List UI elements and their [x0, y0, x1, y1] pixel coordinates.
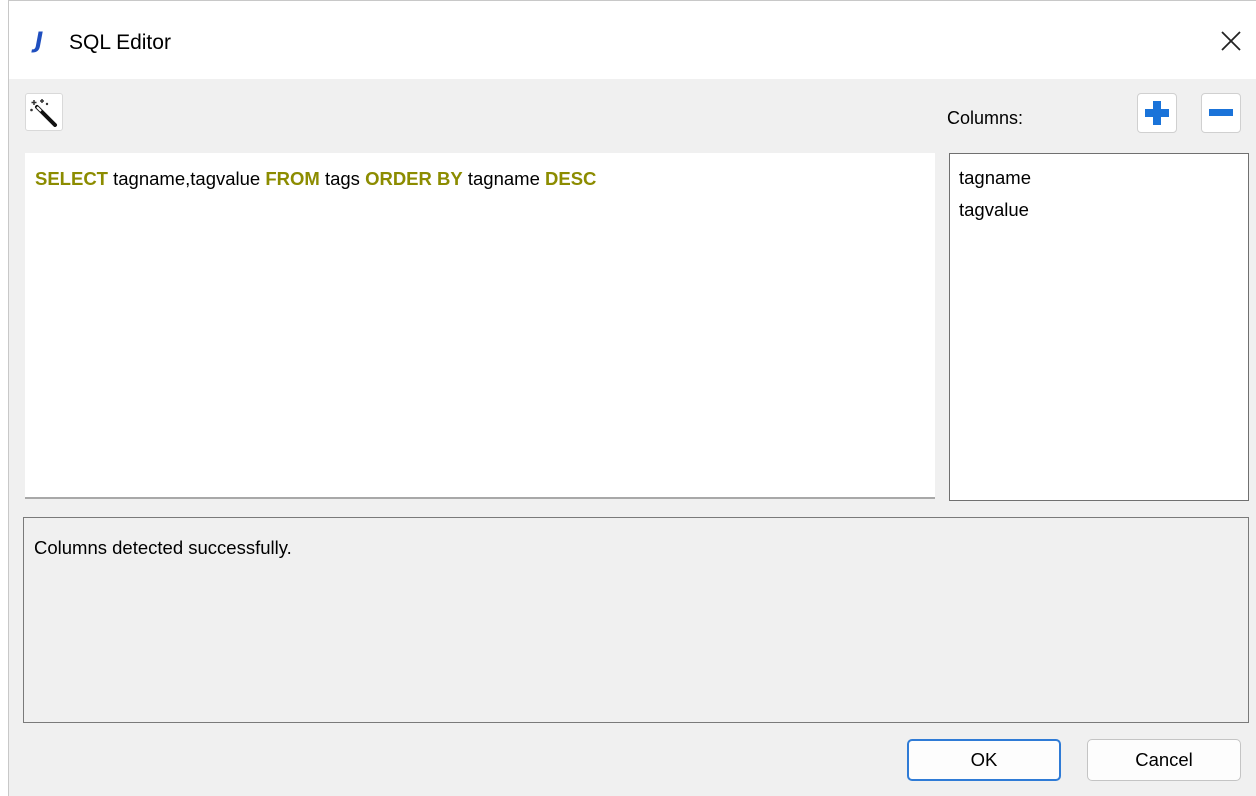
close-icon [1221, 31, 1241, 51]
column-list-item[interactable]: tagname [959, 162, 1239, 194]
add-column-button[interactable] [1137, 93, 1177, 133]
close-button[interactable] [1206, 15, 1256, 67]
sql-keyword: DESC [545, 168, 597, 189]
sql-keyword: FROM [265, 168, 320, 189]
sql-editor-dialog: J SQL Editor Columns: SELECT tagname,tag… [8, 0, 1256, 796]
column-list-item[interactable]: tagvalue [959, 194, 1239, 226]
sql-query-editor[interactable]: SELECT tagname,tagvalue FROM tags ORDER … [25, 153, 935, 499]
remove-column-button[interactable] [1201, 93, 1241, 133]
window-title: SQL Editor [69, 31, 171, 54]
columns-label: Columns: [947, 108, 1024, 128]
status-message: Columns detected successfully. [34, 537, 292, 558]
sql-keyword: ORDER BY [365, 168, 463, 189]
cancel-button[interactable]: Cancel [1087, 739, 1241, 781]
plus-icon [1145, 101, 1169, 125]
title-bar: J SQL Editor [9, 1, 1256, 79]
ok-button[interactable]: OK [907, 739, 1061, 781]
auto-detect-button[interactable] [25, 93, 63, 131]
columns-list[interactable]: tagname tagvalue [949, 153, 1249, 501]
sql-text: tags [319, 168, 366, 189]
sql-keyword: SELECT [35, 168, 108, 189]
sql-text: tagname,tagvalue [107, 168, 266, 189]
magic-wand-icon [30, 99, 57, 127]
minus-icon [1209, 109, 1233, 116]
sql-text: tagname [462, 168, 545, 189]
status-panel: Columns detected successfully. [23, 517, 1249, 723]
app-logo-icon: J [35, 29, 44, 54]
